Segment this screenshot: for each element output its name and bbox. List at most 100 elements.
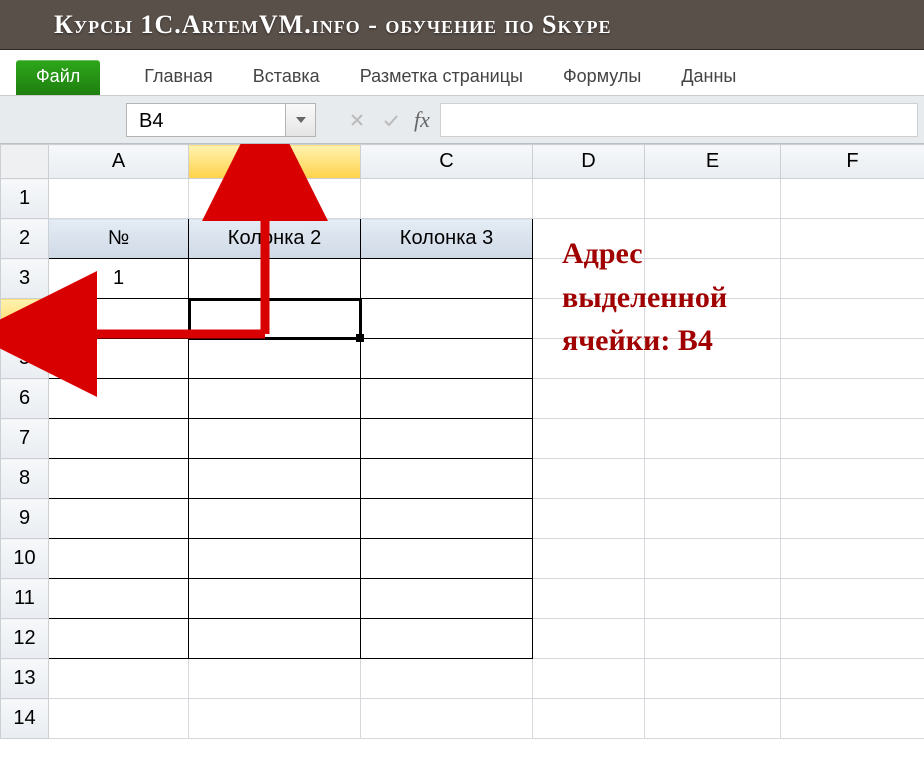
cell-D6[interactable]	[533, 379, 645, 419]
name-box-dropdown[interactable]	[286, 103, 316, 137]
cell-A9[interactable]	[49, 499, 189, 539]
cell-A14[interactable]	[49, 699, 189, 739]
col-header-A[interactable]: A	[49, 145, 189, 179]
fx-label[interactable]: fx	[414, 107, 430, 133]
cell-B11[interactable]	[189, 579, 361, 619]
cell-F10[interactable]	[781, 539, 924, 579]
cell-A8[interactable]	[49, 459, 189, 499]
cell-E9[interactable]	[645, 499, 781, 539]
cell-B4[interactable]	[189, 299, 361, 339]
col-header-C[interactable]: C	[361, 145, 533, 179]
cell-A11[interactable]	[49, 579, 189, 619]
row-header-2[interactable]: 2	[1, 219, 49, 259]
cell-A3[interactable]: 1	[49, 259, 189, 299]
cell-F7[interactable]	[781, 419, 924, 459]
cell-E7[interactable]	[645, 419, 781, 459]
cell-B7[interactable]	[189, 419, 361, 459]
cell-C9[interactable]	[361, 499, 533, 539]
row-header-12[interactable]: 12	[1, 619, 49, 659]
cell-D7[interactable]	[533, 419, 645, 459]
cell-D13[interactable]	[533, 659, 645, 699]
cell-B14[interactable]	[189, 699, 361, 739]
cell-B9[interactable]	[189, 499, 361, 539]
cell-A13[interactable]	[49, 659, 189, 699]
file-tab[interactable]: Файл	[16, 60, 100, 95]
cell-C14[interactable]	[361, 699, 533, 739]
cell-E11[interactable]	[645, 579, 781, 619]
cell-F1[interactable]	[781, 179, 924, 219]
cancel-icon[interactable]	[340, 103, 374, 137]
tab-data[interactable]: Данны	[661, 58, 756, 95]
cell-A5[interactable]	[49, 339, 189, 379]
row-header-3[interactable]: 3	[1, 259, 49, 299]
name-box[interactable]: B4	[126, 103, 286, 137]
cell-C13[interactable]	[361, 659, 533, 699]
cell-F6[interactable]	[781, 379, 924, 419]
cell-D1[interactable]	[533, 179, 645, 219]
cell-D8[interactable]	[533, 459, 645, 499]
row-header-13[interactable]: 13	[1, 659, 49, 699]
cell-F8[interactable]	[781, 459, 924, 499]
row-header-11[interactable]: 11	[1, 579, 49, 619]
cell-A12[interactable]	[49, 619, 189, 659]
row-header-4[interactable]: 4	[1, 299, 49, 339]
cell-B6[interactable]	[189, 379, 361, 419]
cell-A4[interactable]	[49, 299, 189, 339]
cell-F14[interactable]	[781, 699, 924, 739]
cell-B12[interactable]	[189, 619, 361, 659]
cell-C8[interactable]	[361, 459, 533, 499]
cell-E13[interactable]	[645, 659, 781, 699]
cell-D10[interactable]	[533, 539, 645, 579]
row-header-9[interactable]: 9	[1, 499, 49, 539]
col-header-B[interactable]: B	[189, 145, 361, 179]
cell-E6[interactable]	[645, 379, 781, 419]
cell-F9[interactable]	[781, 499, 924, 539]
cell-C3[interactable]	[361, 259, 533, 299]
cell-C1[interactable]	[361, 179, 533, 219]
cell-D11[interactable]	[533, 579, 645, 619]
enter-icon[interactable]	[374, 103, 408, 137]
cell-B13[interactable]	[189, 659, 361, 699]
cell-A1[interactable]	[49, 179, 189, 219]
cell-B5[interactable]	[189, 339, 361, 379]
row-header-14[interactable]: 14	[1, 699, 49, 739]
cell-A2[interactable]: №	[49, 219, 189, 259]
cell-F13[interactable]	[781, 659, 924, 699]
cell-B1[interactable]	[189, 179, 361, 219]
row-header-6[interactable]: 6	[1, 379, 49, 419]
cell-B2[interactable]: Колонка 2	[189, 219, 361, 259]
cell-E1[interactable]	[645, 179, 781, 219]
col-header-E[interactable]: E	[645, 145, 781, 179]
cell-E10[interactable]	[645, 539, 781, 579]
cell-C11[interactable]	[361, 579, 533, 619]
cell-C12[interactable]	[361, 619, 533, 659]
formula-input[interactable]	[440, 103, 918, 137]
cell-C7[interactable]	[361, 419, 533, 459]
cell-C4[interactable]	[361, 299, 533, 339]
cell-E8[interactable]	[645, 459, 781, 499]
tab-home[interactable]: Главная	[124, 58, 233, 95]
col-header-D[interactable]: D	[533, 145, 645, 179]
cell-D9[interactable]	[533, 499, 645, 539]
cell-D14[interactable]	[533, 699, 645, 739]
col-header-F[interactable]: F	[781, 145, 924, 179]
cell-C5[interactable]	[361, 339, 533, 379]
cell-C6[interactable]	[361, 379, 533, 419]
cell-A7[interactable]	[49, 419, 189, 459]
row-header-1[interactable]: 1	[1, 179, 49, 219]
row-header-5[interactable]: 5	[1, 339, 49, 379]
cell-E12[interactable]	[645, 619, 781, 659]
tab-insert[interactable]: Вставка	[233, 58, 340, 95]
cell-C10[interactable]	[361, 539, 533, 579]
cell-B10[interactable]	[189, 539, 361, 579]
cell-B3[interactable]	[189, 259, 361, 299]
tab-page-layout[interactable]: Разметка страницы	[340, 58, 543, 95]
row-header-7[interactable]: 7	[1, 419, 49, 459]
cell-F12[interactable]	[781, 619, 924, 659]
cell-A6[interactable]	[49, 379, 189, 419]
cell-B8[interactable]	[189, 459, 361, 499]
tab-formulas[interactable]: Формулы	[543, 58, 661, 95]
select-all-corner[interactable]	[1, 145, 49, 179]
cell-F11[interactable]	[781, 579, 924, 619]
cell-D12[interactable]	[533, 619, 645, 659]
